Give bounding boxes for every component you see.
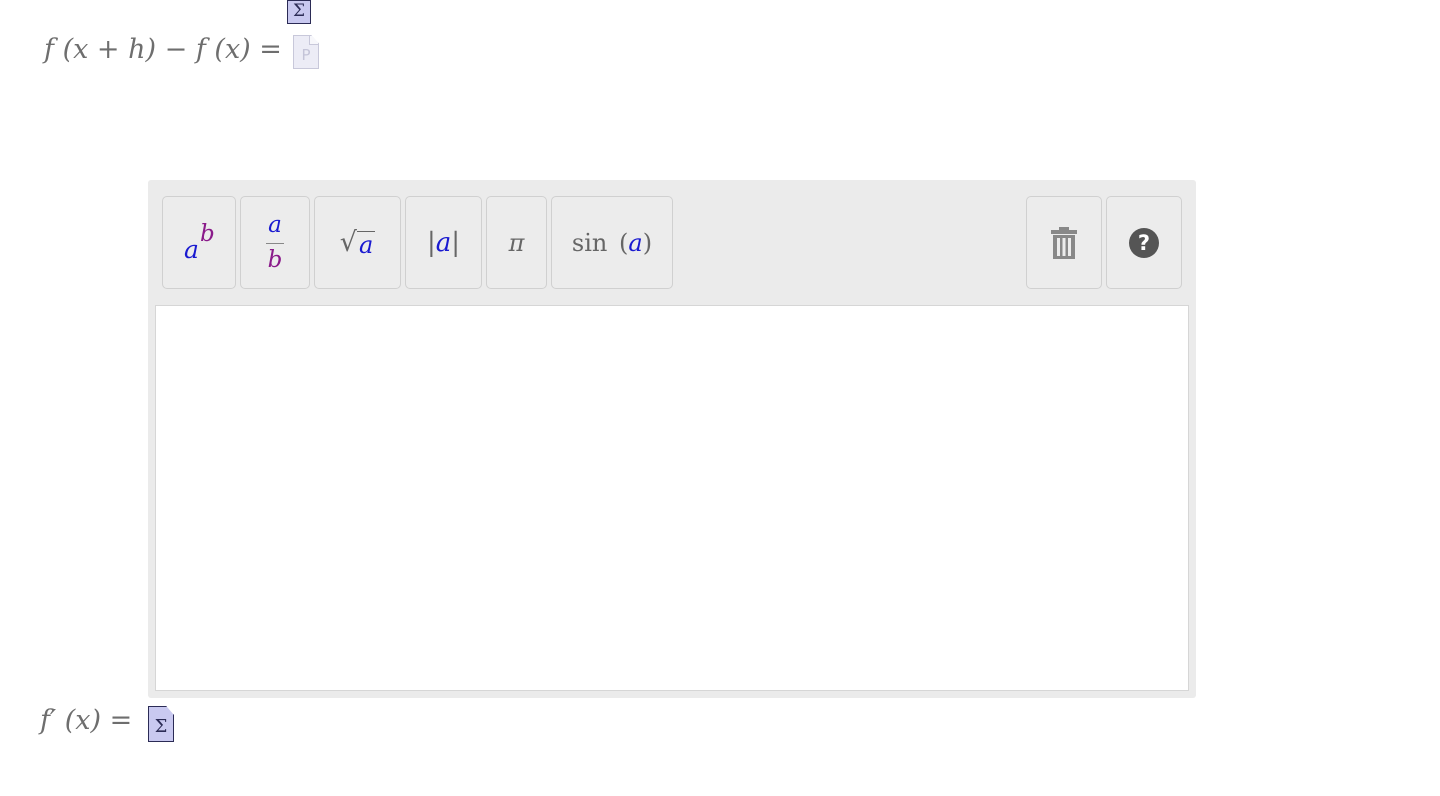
placeholder-doc-icon[interactable]: P (293, 35, 319, 69)
abs-argument: a (435, 227, 452, 258)
sin-paren-open: ( (619, 228, 629, 257)
trash-icon (1051, 226, 1077, 259)
square-root-button[interactable]: √ a (314, 196, 401, 289)
pi-label: π (508, 228, 525, 257)
help-button[interactable]: ? (1106, 196, 1182, 289)
absolute-value-button[interactable]: |a| (405, 196, 482, 289)
sqrt-argument: a (356, 231, 376, 259)
pi-button[interactable]: π (486, 196, 547, 289)
placeholder-glyph: P (293, 35, 319, 69)
difference-equation-label: f (x + h) − f (x) = (44, 34, 282, 65)
abs-bar-right: | (451, 227, 461, 258)
fraction-button[interactable]: a b (240, 196, 310, 289)
sum-icon[interactable]: Σ (287, 0, 311, 24)
radical-icon: √ (339, 227, 357, 258)
sin-label: sin (571, 228, 608, 257)
fraction-numerator: a (268, 211, 282, 238)
sin-argument: a (628, 228, 643, 257)
clear-button[interactable] (1026, 196, 1102, 289)
sine-button[interactable]: sin (a) (551, 196, 673, 289)
derivative-equation-label: f′ (x) = (40, 705, 133, 736)
power-base: a (184, 234, 199, 264)
fraction-bar (266, 242, 284, 245)
power-exponent: b (200, 220, 215, 247)
math-editor-panel: a b a b √ a |a| π sin (a) ? (148, 180, 1196, 698)
fraction-denominator: b (267, 247, 283, 274)
power-button[interactable]: a b (162, 196, 236, 289)
sum-doc-icon[interactable]: Σ (148, 706, 174, 742)
math-input-area[interactable] (155, 305, 1189, 691)
help-icon: ? (1129, 227, 1159, 258)
abs-bar-left: | (426, 227, 436, 258)
sin-paren-close: ) (642, 228, 653, 257)
